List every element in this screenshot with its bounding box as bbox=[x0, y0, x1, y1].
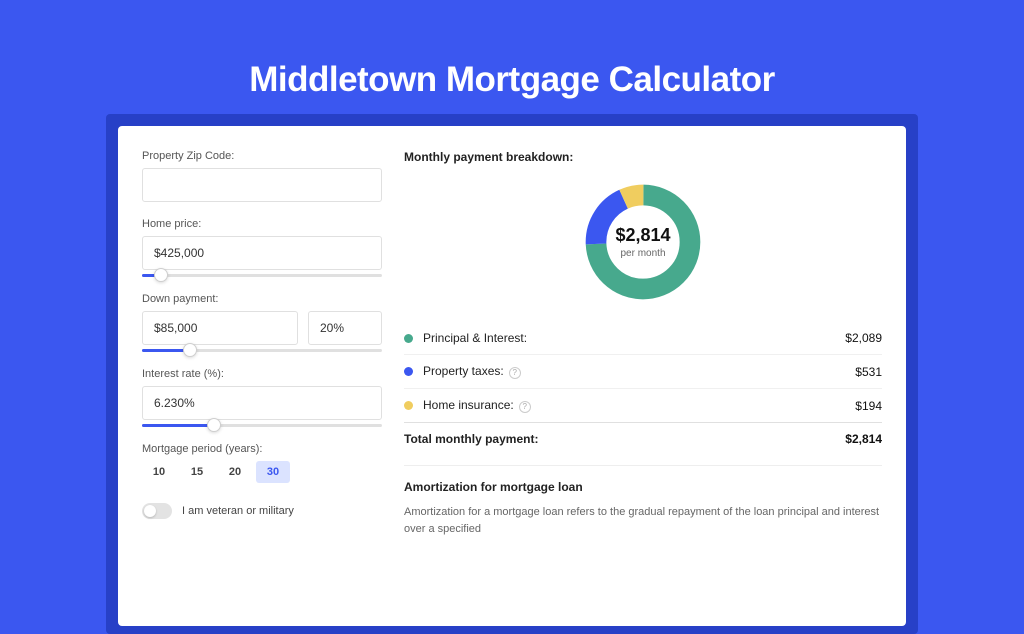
info-icon[interactable]: ? bbox=[509, 367, 521, 379]
period-tab-30[interactable]: 30 bbox=[256, 461, 290, 483]
period-tab-10[interactable]: 10 bbox=[142, 461, 176, 483]
amortization-section: Amortization for mortgage loan Amortizat… bbox=[404, 465, 882, 537]
down-payment-field: Down payment: bbox=[142, 293, 382, 352]
legend-total-label: Total monthly payment: bbox=[404, 432, 845, 446]
zip-label: Property Zip Code: bbox=[142, 150, 382, 162]
slider-thumb[interactable] bbox=[154, 268, 168, 282]
legend: Principal & Interest:$2,089Property taxe… bbox=[404, 322, 882, 455]
legend-label: Property taxes:? bbox=[423, 364, 855, 379]
breakdown-column: Monthly payment breakdown: $2,814 per mo… bbox=[404, 150, 882, 626]
mortgage-period-label: Mortgage period (years): bbox=[142, 443, 382, 455]
donut-center: $2,814 per month bbox=[581, 180, 705, 304]
zip-input[interactable] bbox=[142, 168, 382, 202]
down-payment-label: Down payment: bbox=[142, 293, 382, 305]
slider-thumb[interactable] bbox=[183, 343, 197, 357]
legend-row: Property taxes:?$531 bbox=[404, 354, 882, 388]
legend-dot-icon bbox=[404, 367, 413, 376]
donut-chart-wrap: $2,814 per month bbox=[404, 174, 882, 318]
legend-dot-icon bbox=[404, 334, 413, 343]
amortization-heading: Amortization for mortgage loan bbox=[404, 480, 882, 494]
legend-value: $2,089 bbox=[845, 331, 882, 345]
legend-row: Home insurance:?$194 bbox=[404, 388, 882, 422]
donut-sublabel: per month bbox=[620, 248, 665, 259]
down-payment-slider[interactable] bbox=[142, 349, 382, 352]
home-price-label: Home price: bbox=[142, 218, 382, 230]
down-payment-pct-input[interactable] bbox=[308, 311, 382, 345]
legend-dot-icon bbox=[404, 401, 413, 410]
period-tab-15[interactable]: 15 bbox=[180, 461, 214, 483]
donut-chart: $2,814 per month bbox=[581, 180, 705, 304]
legend-value: $531 bbox=[855, 365, 882, 379]
calculator-panel: Property Zip Code: Home price: Down paym… bbox=[118, 126, 906, 626]
zip-field: Property Zip Code: bbox=[142, 150, 382, 202]
legend-total-value: $2,814 bbox=[845, 432, 882, 446]
page-title: Middletown Mortgage Calculator bbox=[0, 0, 1024, 126]
slider-thumb[interactable] bbox=[207, 418, 221, 432]
breakdown-heading: Monthly payment breakdown: bbox=[404, 150, 882, 164]
veteran-row: I am veteran or military bbox=[142, 503, 382, 519]
legend-label: Principal & Interest: bbox=[423, 331, 845, 345]
amortization-body: Amortization for a mortgage loan refers … bbox=[404, 504, 882, 537]
inputs-column: Property Zip Code: Home price: Down paym… bbox=[142, 150, 382, 626]
legend-row: Principal & Interest:$2,089 bbox=[404, 322, 882, 354]
home-price-input[interactable] bbox=[142, 236, 382, 270]
legend-label: Home insurance:? bbox=[423, 398, 855, 413]
interest-rate-slider[interactable] bbox=[142, 424, 382, 427]
info-icon[interactable]: ? bbox=[519, 401, 531, 413]
veteran-label: I am veteran or military bbox=[182, 505, 294, 517]
down-payment-input[interactable] bbox=[142, 311, 298, 345]
veteran-toggle[interactable] bbox=[142, 503, 172, 519]
home-price-field: Home price: bbox=[142, 218, 382, 277]
legend-value: $194 bbox=[855, 399, 882, 413]
interest-rate-input[interactable] bbox=[142, 386, 382, 420]
interest-rate-label: Interest rate (%): bbox=[142, 368, 382, 380]
mortgage-period-field: Mortgage period (years): 10152030 bbox=[142, 443, 382, 483]
interest-rate-field: Interest rate (%): bbox=[142, 368, 382, 427]
legend-total-row: Total monthly payment:$2,814 bbox=[404, 422, 882, 455]
home-price-slider[interactable] bbox=[142, 274, 382, 277]
donut-amount: $2,814 bbox=[615, 225, 670, 246]
period-tab-20[interactable]: 20 bbox=[218, 461, 252, 483]
period-tabs: 10152030 bbox=[142, 461, 382, 483]
